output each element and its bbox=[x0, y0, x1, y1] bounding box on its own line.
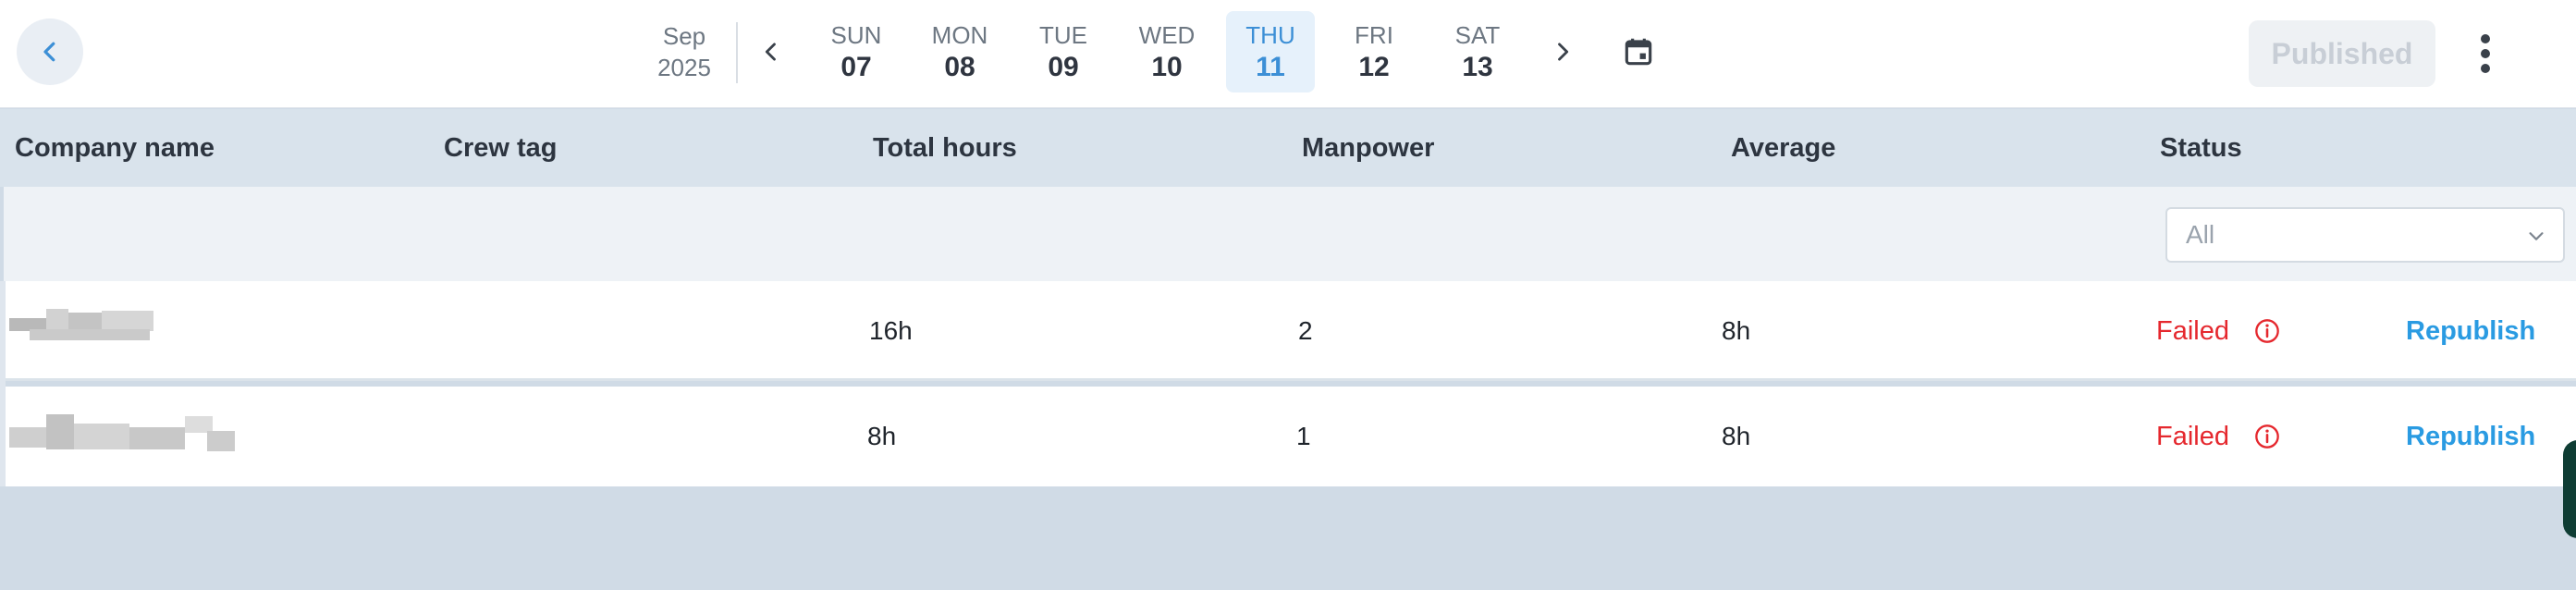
info-circle-icon[interactable] bbox=[2254, 318, 2280, 344]
day-tue[interactable]: TUE 09 bbox=[1019, 11, 1108, 92]
column-header-manpower[interactable]: Manpower bbox=[1302, 109, 1434, 187]
filter-row: All bbox=[4, 187, 2576, 281]
year-label: 2025 bbox=[657, 54, 711, 81]
calendar-icon bbox=[1625, 38, 1652, 66]
table-header: Company name Crew tag Total hours Manpow… bbox=[0, 109, 2576, 187]
status-failed: Failed bbox=[2156, 422, 2229, 451]
day-sun[interactable]: SUN 07 bbox=[812, 11, 901, 92]
day-of-week: TUE bbox=[1039, 21, 1087, 49]
day-number: 11 bbox=[1256, 52, 1285, 82]
chevron-down-icon bbox=[2529, 232, 2544, 240]
republish-button[interactable]: Republish bbox=[2406, 281, 2535, 381]
next-week-button[interactable] bbox=[1540, 30, 1585, 74]
chevron-left-icon bbox=[43, 42, 55, 62]
day-fri[interactable]: FRI 12 bbox=[1330, 11, 1418, 92]
status-failed: Failed bbox=[2156, 316, 2229, 346]
column-header-total-hours[interactable]: Total hours bbox=[873, 109, 1017, 187]
day-number: 13 bbox=[1462, 52, 1493, 82]
day-of-week: SUN bbox=[830, 21, 882, 49]
day-wed[interactable]: WED 10 bbox=[1122, 11, 1211, 92]
divider bbox=[736, 22, 738, 83]
status-filter-select[interactable]: All bbox=[2165, 207, 2565, 263]
table-row: 8h 1 8h Failed Republish bbox=[6, 387, 2576, 486]
back-button[interactable] bbox=[17, 18, 83, 85]
kebab-menu-icon bbox=[2481, 34, 2490, 73]
month-year: Sep 2025 bbox=[638, 20, 730, 87]
day-number: 07 bbox=[840, 52, 872, 82]
status-filter-value: All bbox=[2186, 220, 2215, 249]
manpower-cell: 2 bbox=[1298, 316, 1313, 345]
table-row: 16h 2 8h Failed Republish bbox=[6, 281, 2576, 381]
average-cell: 8h bbox=[1722, 422, 1751, 450]
day-sat[interactable]: SAT 13 bbox=[1433, 11, 1522, 92]
day-of-week: THU bbox=[1245, 21, 1295, 49]
day-thu-selected[interactable]: THU 11 bbox=[1226, 11, 1315, 92]
company-name-redacted bbox=[9, 414, 240, 459]
republish-button[interactable]: Republish bbox=[2406, 387, 2535, 486]
month-label: Sep bbox=[662, 22, 706, 50]
published-button[interactable]: Published bbox=[2249, 20, 2435, 87]
day-of-week: SAT bbox=[1454, 21, 1501, 49]
day-number: 12 bbox=[1358, 52, 1390, 82]
column-header-status[interactable]: Status bbox=[2160, 109, 2242, 187]
column-header-crew-tag[interactable]: Crew tag bbox=[444, 109, 557, 187]
manpower-cell: 1 bbox=[1296, 422, 1311, 450]
day-of-week: FRI bbox=[1355, 21, 1393, 49]
side-widget-tab[interactable] bbox=[2563, 440, 2576, 538]
total-hours-cell: 8h bbox=[867, 422, 897, 450]
day-number: 08 bbox=[944, 52, 975, 82]
chevron-right-icon bbox=[1558, 43, 1569, 61]
total-hours-cell: 16h bbox=[869, 316, 913, 345]
column-header-company[interactable]: Company name bbox=[15, 109, 215, 187]
average-cell: 8h bbox=[1722, 316, 1751, 345]
day-of-week: MON bbox=[931, 21, 988, 49]
day-number: 10 bbox=[1151, 52, 1183, 82]
day-of-week: WED bbox=[1138, 21, 1196, 49]
company-name-redacted bbox=[9, 309, 161, 353]
column-header-average[interactable]: Average bbox=[1731, 109, 1835, 187]
calendar-button[interactable] bbox=[1613, 26, 1664, 78]
chevron-left-icon bbox=[765, 43, 776, 61]
prev-week-button[interactable] bbox=[749, 30, 793, 74]
day-mon[interactable]: MON 08 bbox=[915, 11, 1004, 92]
day-number: 09 bbox=[1048, 52, 1079, 82]
info-circle-icon[interactable] bbox=[2254, 424, 2280, 449]
top-bar: Sep 2025 SUN 07 MON 08 TUE 09 WED 10 THU… bbox=[0, 0, 2576, 108]
more-options-button[interactable] bbox=[2465, 24, 2506, 83]
